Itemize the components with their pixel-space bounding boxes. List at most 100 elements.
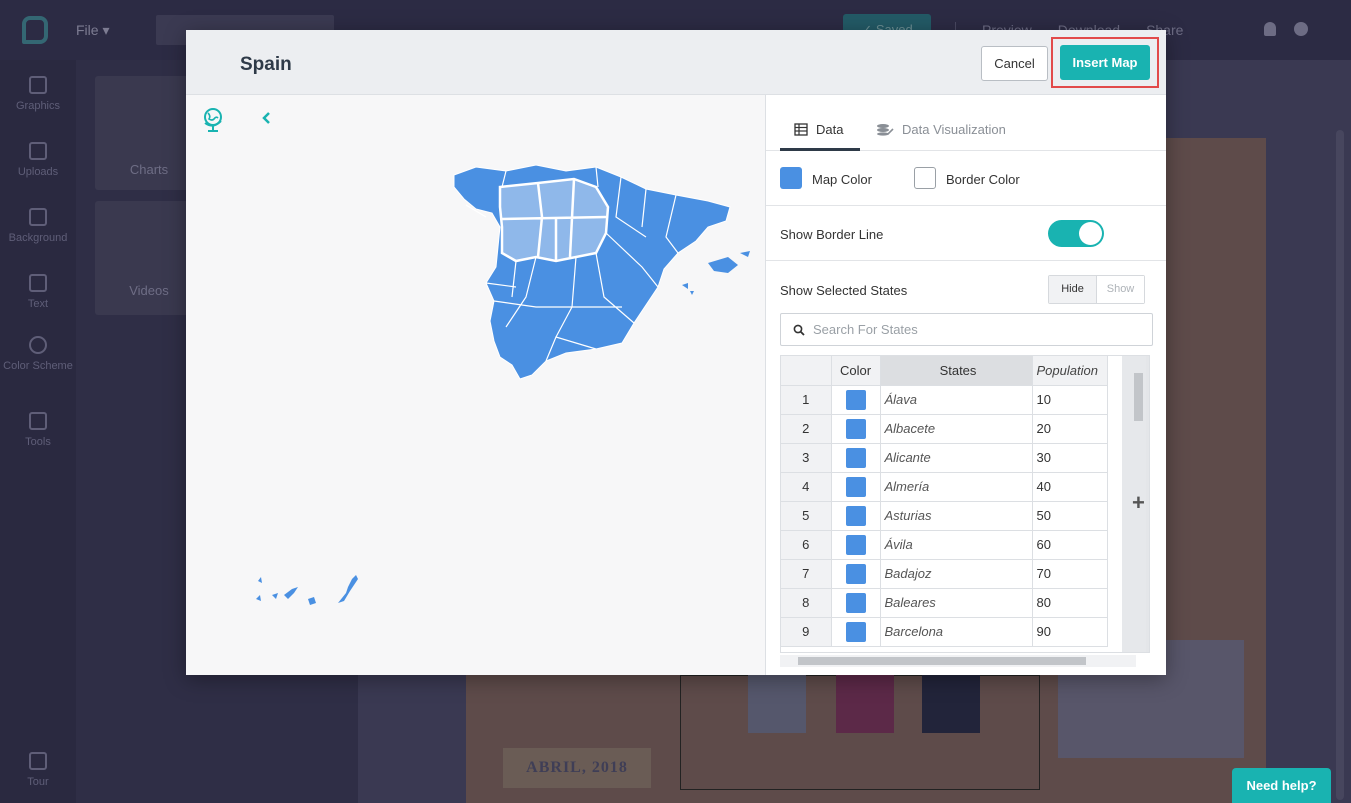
nav-background[interactable]: Background <box>0 208 76 244</box>
color-swatch[interactable] <box>845 621 866 642</box>
vertical-scrollbar[interactable] <box>1146 356 1149 652</box>
row-number: 9 <box>781 617 832 647</box>
population-cell[interactable]: 40 <box>1032 472 1108 502</box>
nav-tour[interactable]: Tour <box>0 752 76 788</box>
modal-header: Spain Cancel Insert Map <box>186 30 1166 95</box>
population-cell[interactable]: 70 <box>1032 559 1108 589</box>
canvas-chart-bar <box>922 675 980 733</box>
population-cell[interactable]: 50 <box>1032 501 1108 531</box>
canvas-date-label[interactable]: ABRIL, 2018 <box>503 748 651 788</box>
nav-label: Color Scheme <box>3 360 73 372</box>
color-swatch[interactable] <box>845 534 866 555</box>
nav-color-scheme[interactable]: Color Scheme <box>0 336 76 372</box>
population-cell[interactable]: 20 <box>1032 414 1108 444</box>
color-cell[interactable] <box>831 443 881 473</box>
population-column-header[interactable]: Population <box>1032 356 1108 386</box>
spain-map[interactable] <box>446 157 756 387</box>
state-cell[interactable]: Asturias <box>880 501 1033 531</box>
canary-islands-map[interactable] <box>252 565 362 609</box>
nav-uploads[interactable]: Uploads <box>0 142 76 178</box>
table-row[interactable]: 3 Alicante 30 <box>781 443 1108 473</box>
hide-button[interactable]: Hide <box>1049 276 1097 303</box>
file-menu[interactable]: File ▾ <box>76 22 109 39</box>
color-cell[interactable] <box>831 588 881 618</box>
population-cell[interactable]: 30 <box>1032 443 1108 473</box>
color-swatch[interactable] <box>845 563 866 584</box>
border-color-swatch[interactable] <box>914 167 936 189</box>
map-color-label: Map Color <box>812 172 872 187</box>
canvas-scrollbar[interactable] <box>1336 130 1344 800</box>
toggle-knob <box>1079 222 1102 245</box>
cancel-button[interactable]: Cancel <box>981 46 1048 81</box>
color-cell[interactable] <box>831 472 881 502</box>
nav-text[interactable]: Text <box>0 274 76 310</box>
show-border-toggle[interactable] <box>1048 220 1104 247</box>
nav-label: Uploads <box>17 166 59 178</box>
color-cell[interactable] <box>831 414 881 444</box>
color-swatch[interactable] <box>845 418 866 439</box>
table-row[interactable]: 9 Barcelona 90 <box>781 617 1108 647</box>
table-row[interactable]: 6 Ávila 60 <box>781 530 1108 560</box>
nav-tools[interactable]: Tools <box>0 412 76 448</box>
nav-label: Tools <box>25 436 51 448</box>
image-icon <box>29 76 47 94</box>
horizontal-scroll-thumb[interactable] <box>798 657 1086 665</box>
tab-data[interactable]: Data <box>794 122 843 137</box>
state-cell[interactable]: Álava <box>880 385 1033 415</box>
state-cell[interactable]: Alicante <box>880 443 1033 473</box>
color-cell[interactable] <box>831 530 881 560</box>
vertical-scroll-thumb[interactable] <box>1134 373 1143 421</box>
color-swatch[interactable] <box>845 505 866 526</box>
row-number: 2 <box>781 414 832 444</box>
table-row[interactable]: 7 Badajoz 70 <box>781 559 1108 589</box>
text-icon <box>29 274 47 292</box>
bell-icon[interactable] <box>1264 22 1276 36</box>
state-search <box>780 313 1153 346</box>
table-row[interactable]: 8 Baleares 80 <box>781 588 1108 618</box>
states-column-header[interactable]: States <box>880 356 1033 386</box>
color-cell[interactable] <box>831 501 881 531</box>
plus-icon[interactable]: + <box>1132 492 1145 514</box>
state-cell[interactable]: Albacete <box>880 414 1033 444</box>
search-input[interactable] <box>813 314 1143 345</box>
map-modal: Spain Cancel Insert Map Data Data Visual… <box>186 30 1166 675</box>
globe-icon[interactable] <box>202 107 224 133</box>
table-icon <box>794 123 808 136</box>
color-cell[interactable] <box>831 559 881 589</box>
color-swatch[interactable] <box>845 447 866 468</box>
table-row[interactable]: 2 Albacete 20 <box>781 414 1108 444</box>
color-cell[interactable] <box>831 617 881 647</box>
state-cell[interactable]: Badajoz <box>880 559 1033 589</box>
row-number: 1 <box>781 385 832 415</box>
nav-label: Background <box>8 232 68 244</box>
color-swatch[interactable] <box>845 476 866 497</box>
population-cell[interactable]: 80 <box>1032 588 1108 618</box>
map-color-swatch[interactable] <box>780 167 802 189</box>
search-icon <box>793 324 805 336</box>
color-column-header[interactable]: Color <box>831 356 881 386</box>
show-button[interactable]: Show <box>1097 276 1144 303</box>
need-help-button[interactable]: Need help? <box>1232 768 1331 803</box>
tab-data-visualization[interactable]: Data Visualization <box>876 122 1006 137</box>
insert-map-button[interactable]: Insert Map <box>1060 45 1150 80</box>
user-avatar-icon[interactable] <box>1294 22 1308 36</box>
state-cell[interactable]: Barcelona <box>880 617 1033 647</box>
nav-graphics[interactable]: Graphics <box>0 76 76 112</box>
color-swatch[interactable] <box>845 389 866 410</box>
left-nav: Graphics Uploads Background Text Color S… <box>0 60 76 803</box>
state-cell[interactable]: Baleares <box>880 588 1033 618</box>
color-cell[interactable] <box>831 385 881 415</box>
population-cell[interactable]: 60 <box>1032 530 1108 560</box>
table-row[interactable]: 1 Álava 10 <box>781 385 1108 415</box>
chevron-left-icon[interactable] <box>260 111 272 125</box>
population-cell[interactable]: 90 <box>1032 617 1108 647</box>
row-number: 8 <box>781 588 832 618</box>
state-cell[interactable]: Almería <box>880 472 1033 502</box>
table-row[interactable]: 4 Almería 40 <box>781 472 1108 502</box>
state-cell[interactable]: Ávila <box>880 530 1033 560</box>
population-cell[interactable]: 10 <box>1032 385 1108 415</box>
table-row[interactable]: 5 Asturias 50 <box>781 501 1108 531</box>
states-table: Color States Population 1 Álava 10 2 Albace… <box>780 355 1150 653</box>
layers-edit-icon <box>877 124 894 136</box>
color-swatch[interactable] <box>845 592 866 613</box>
